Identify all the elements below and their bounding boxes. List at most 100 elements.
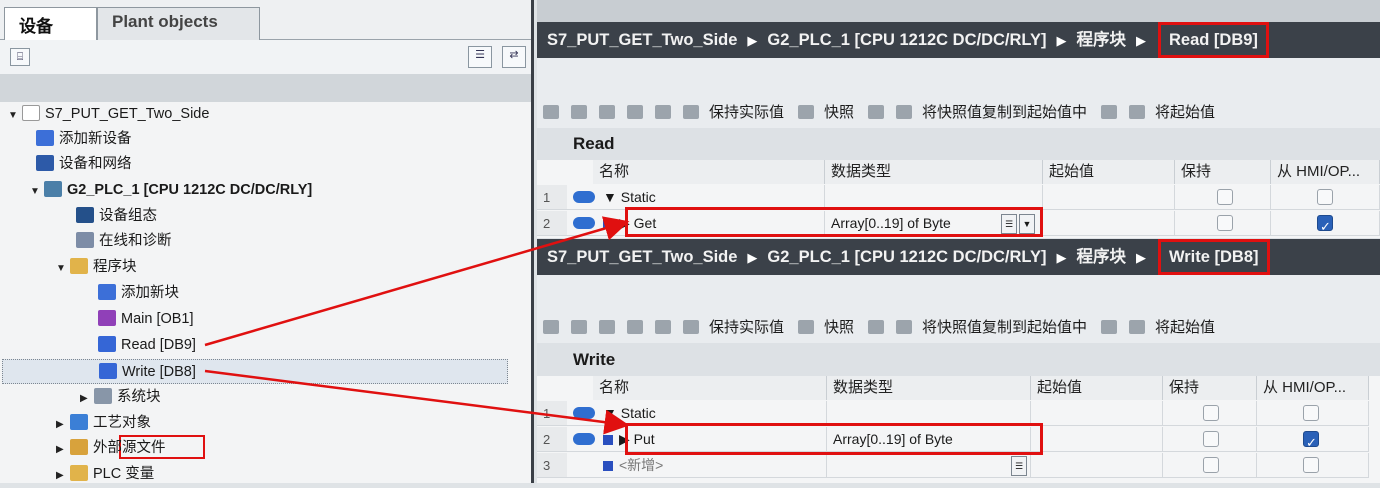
col-hmi[interactable]: 从 HMI/OP... <box>1271 160 1380 184</box>
tree-item-add-block[interactable]: 添加新块 <box>98 281 179 306</box>
chevron-right-icon[interactable]: ▶ <box>80 386 94 411</box>
hmi-checkbox[interactable] <box>1303 405 1319 421</box>
tree-item-external-sources[interactable]: ▶ 外部源文件 <box>56 436 166 461</box>
tree-item-read-db9[interactable]: Read [DB9] <box>98 333 196 358</box>
copy-icon[interactable] <box>868 105 885 119</box>
datatype-cell[interactable] <box>827 453 1031 478</box>
chevron-down-icon[interactable]: ▼ <box>30 179 44 204</box>
start-cell[interactable] <box>1031 401 1163 426</box>
retain-checkbox[interactable] <box>1203 457 1219 473</box>
col-name[interactable]: 名称 <box>593 160 825 184</box>
list-icon[interactable]: ☰ <box>1011 456 1027 476</box>
snapshot-icon[interactable] <box>798 320 815 334</box>
new-group-icon[interactable]: ⌸ <box>10 48 30 66</box>
start-cell[interactable] <box>1031 427 1163 452</box>
tree-item-system-blocks[interactable]: ▶ 系统块 <box>80 385 161 410</box>
copy-start-icon[interactable] <box>1101 105 1118 119</box>
crumb-folder[interactable]: 程序块 <box>1076 31 1126 49</box>
retain-checkbox[interactable] <box>1203 431 1219 447</box>
col-datatype[interactable]: 数据类型 <box>825 160 1043 184</box>
start-cell[interactable] <box>1031 453 1163 478</box>
col-retain[interactable]: 保持 <box>1163 376 1257 400</box>
load-start-icon[interactable] <box>1129 105 1146 119</box>
collapse-icon[interactable] <box>627 320 643 334</box>
expand-arrow-icon[interactable]: ▼ <box>603 189 621 205</box>
go-online-icon[interactable]: ⇄ <box>502 46 526 68</box>
chevron-down-icon[interactable]: ▼ <box>56 256 70 281</box>
chevron-right-icon: ▶ <box>747 33 758 48</box>
tree-item-plc-tags[interactable]: ▶ PLC 变量 <box>56 462 154 487</box>
list-icon[interactable] <box>655 105 671 119</box>
col-start[interactable]: 起始值 <box>1043 160 1175 184</box>
col-name[interactable]: 名称 <box>593 376 827 400</box>
new-row[interactable]: <新增> <box>567 453 827 478</box>
expand-icon[interactable] <box>599 105 615 119</box>
crumb-read-db[interactable]: Read [DB9] <box>1157 22 1269 58</box>
expand-arrow-icon[interactable]: ▼ <box>603 405 621 421</box>
chevron-right-icon[interactable]: ▶ <box>56 463 70 488</box>
snapshot-icon[interactable] <box>798 105 815 119</box>
load-icon[interactable] <box>896 105 913 119</box>
crumb-plc[interactable]: G2_PLC_1 [CPU 1212C DC/DC/RLY] <box>767 31 1046 49</box>
hmi-checkbox[interactable] <box>1303 430 1319 455</box>
start-cell[interactable] <box>1043 211 1175 236</box>
snapshot-button[interactable]: 快照 <box>824 104 854 121</box>
tree-item-add-device[interactable]: 添加新设备 <box>36 127 132 152</box>
tree-item-project[interactable]: ▼ S7_PUT_GET_Two_Side <box>8 102 209 127</box>
tree-item-main-ob1[interactable]: Main [OB1] <box>98 307 194 332</box>
tree-item-plc[interactable]: ▼ G2_PLC_1 [CPU 1212C DC/DC/RLY] <box>30 178 312 203</box>
monitor-icon[interactable] <box>683 105 699 119</box>
keep-actual-button[interactable]: 保持实际值 <box>709 104 784 121</box>
copy-start-icon[interactable] <box>1101 320 1118 334</box>
add-row-icon[interactable] <box>571 105 587 119</box>
insert-row-icon[interactable] <box>543 320 559 334</box>
start-cell[interactable] <box>1043 185 1175 210</box>
col-hmi[interactable]: 从 HMI/OP... <box>1257 376 1369 400</box>
col-datatype[interactable]: 数据类型 <box>827 376 1031 400</box>
monitor-icon[interactable] <box>683 320 699 334</box>
hmi-checkbox[interactable] <box>1303 457 1319 473</box>
tree-item-device-config[interactable]: 设备组态 <box>76 204 157 229</box>
tree-item-write-db8[interactable]: Write [DB8] <box>2 359 508 384</box>
add-row-icon[interactable] <box>571 320 587 334</box>
system-block-icon <box>94 388 112 404</box>
retain-checkbox[interactable] <box>1217 215 1233 231</box>
crumb-project[interactable]: S7_PUT_GET_Two_Side <box>547 31 737 49</box>
tree-item-devices-networks[interactable]: 设备和网络 <box>36 152 132 177</box>
col-start[interactable]: 起始值 <box>1031 376 1163 400</box>
retain-checkbox[interactable] <box>1217 189 1233 205</box>
expand-icon[interactable] <box>599 320 615 334</box>
tree-item-program-blocks[interactable]: ▼ 程序块 <box>56 255 137 280</box>
load-icon[interactable] <box>896 320 913 334</box>
start-to-button[interactable]: 将起始值 <box>1155 104 1215 121</box>
chevron-down-icon[interactable]: ▼ <box>8 103 22 128</box>
chevron-right-icon[interactable]: ▶ <box>56 437 70 462</box>
crumb-write-db[interactable]: Write [DB8] <box>1157 239 1270 275</box>
collapse-icon[interactable] <box>627 105 643 119</box>
crumb-project[interactable]: S7_PUT_GET_Two_Side <box>547 248 737 266</box>
detail-view-icon[interactable]: ☰ <box>468 46 492 68</box>
snapshot-button[interactable]: 快照 <box>824 319 854 336</box>
copy-snapshot-button[interactable]: 将快照值复制到起始值中 <box>922 319 1087 336</box>
hmi-checkbox[interactable] <box>1317 189 1333 205</box>
copy-icon[interactable] <box>868 320 885 334</box>
insert-row-icon[interactable] <box>543 105 559 119</box>
row-number: 2 <box>537 427 567 452</box>
hmi-checkbox[interactable] <box>1317 214 1333 239</box>
retain-checkbox[interactable] <box>1203 405 1219 421</box>
copy-snapshot-button[interactable]: 将快照值复制到起始值中 <box>922 104 1087 121</box>
keep-actual-button[interactable]: 保持实际值 <box>709 319 784 336</box>
start-to-button[interactable]: 将起始值 <box>1155 319 1215 336</box>
tab-devices[interactable]: 设备 <box>4 7 97 40</box>
plc-tags-icon <box>70 465 88 481</box>
tree-item-tech-objects[interactable]: ▶ 工艺对象 <box>56 411 151 436</box>
chevron-right-icon[interactable]: ▶ <box>56 412 70 437</box>
tree-item-online-diag[interactable]: 在线和诊断 <box>76 229 172 254</box>
col-retain[interactable]: 保持 <box>1175 160 1271 184</box>
tab-plant-objects[interactable]: Plant objects <box>97 7 260 40</box>
load-start-icon[interactable] <box>1129 320 1146 334</box>
crumb-folder[interactable]: 程序块 <box>1076 248 1126 266</box>
list-icon[interactable] <box>655 320 671 334</box>
static-icon <box>573 407 595 419</box>
crumb-plc[interactable]: G2_PLC_1 [CPU 1212C DC/DC/RLY] <box>767 248 1046 266</box>
